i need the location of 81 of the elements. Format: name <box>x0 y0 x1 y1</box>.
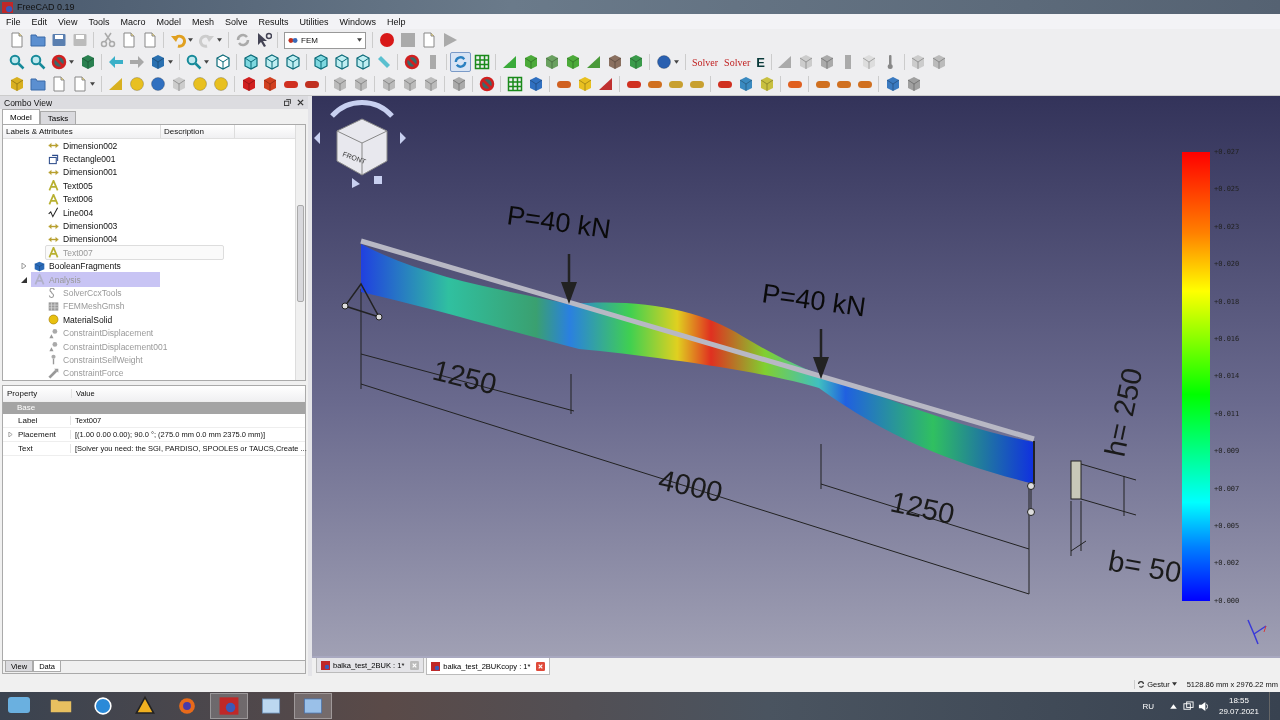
refresh-icon[interactable] <box>450 52 471 72</box>
app-logo-icon <box>2 1 13 13</box>
speaker-icon[interactable] <box>1197 700 1209 712</box>
property-group-header: Base <box>3 402 305 414</box>
network-icon[interactable] <box>1182 700 1194 712</box>
text-tool-icon <box>48 247 59 259</box>
panel-tab[interactable]: Model <box>2 109 40 124</box>
load-arrow <box>561 254 577 304</box>
dimension-label: b= 50 <box>1105 544 1184 589</box>
float-window-icon[interactable] <box>284 99 291 106</box>
menu-item[interactable]: Model <box>156 16 181 27</box>
caret-icon <box>1171 682 1177 686</box>
close-icon[interactable] <box>536 661 546 671</box>
workbench-name: FEM <box>301 35 319 45</box>
menu-item[interactable]: Utilities <box>299 16 329 27</box>
panel-title: Combo View <box>4 97 54 108</box>
tree-item[interactable]: Dimension002 <box>45 138 122 154</box>
window-icon[interactable] <box>294 693 332 719</box>
dimension-label: 1250 <box>429 353 500 401</box>
dimension-label: 4000 <box>655 463 726 509</box>
solver-button[interactable]: Solver <box>689 53 722 71</box>
menu-item[interactable]: Solve <box>224 16 248 27</box>
menu-item[interactable]: Help <box>387 16 406 27</box>
scrollbar[interactable] <box>295 125 305 380</box>
menu-item[interactable]: Macro <box>120 16 146 27</box>
tree-item[interactable]: Dimension001 <box>45 165 122 180</box>
collapse-arrow-icon[interactable] <box>21 276 27 283</box>
pin-support-drawing <box>341 282 383 321</box>
clock[interactable]: 18:55 29.07.2021 <box>1212 695 1265 717</box>
property-name: Text <box>17 444 34 453</box>
menu-item[interactable]: File <box>6 16 21 27</box>
tree-item[interactable]: BooleanFragments <box>31 258 125 274</box>
menu-item[interactable]: Tools <box>88 16 110 27</box>
menu-item[interactable]: Edit <box>31 16 48 27</box>
sphere-icon <box>48 314 59 326</box>
tree-item[interactable]: Line004 <box>45 205 98 221</box>
menu-item[interactable]: Results <box>258 16 289 27</box>
rectangle-icon <box>48 153 59 165</box>
text-tool-icon <box>34 274 45 286</box>
property-name: Label <box>17 416 39 425</box>
force-arrow-icon <box>48 367 59 379</box>
dimension-label: h= 250 <box>1098 365 1149 460</box>
roller-support-drawing <box>1027 482 1035 516</box>
dimension-label: 1250 <box>887 485 958 531</box>
tree-item[interactable]: Text005 <box>45 178 97 194</box>
expand-arrow-icon[interactable] <box>21 263 27 270</box>
menu-item[interactable]: View <box>58 16 78 27</box>
mesh-icon <box>48 300 59 312</box>
document-logo-icon <box>321 660 330 670</box>
tree-item[interactable]: Text006 <box>45 191 97 207</box>
text-tool-icon <box>48 180 59 192</box>
axis-triad-drawing <box>1247 619 1267 645</box>
caret-icon <box>357 38 362 42</box>
menu-item[interactable]: Mesh <box>191 16 214 27</box>
cube-icon <box>34 260 45 272</box>
property-name: Placement <box>17 430 57 439</box>
load-arrow <box>813 329 829 379</box>
load-label: P=40 kN <box>760 278 868 323</box>
menu-item[interactable]: Windows <box>339 16 376 27</box>
column-header[interactable]: Labels & Attributes <box>3 125 161 138</box>
workbench-dropdown[interactable]: FEM <box>284 31 366 49</box>
tree-item[interactable]: MaterialSolid <box>45 312 117 328</box>
constraint-icon <box>48 341 59 353</box>
close-icon[interactable] <box>297 99 304 106</box>
column-header[interactable]: Description <box>161 125 235 138</box>
text-tool-icon <box>48 193 59 205</box>
expand-arrow-icon[interactable] <box>8 432 13 437</box>
mouse-gesture-icon <box>1137 680 1146 688</box>
solver-button[interactable]: Solver <box>721 53 754 71</box>
tree-item[interactable]: Dimension004 <box>45 231 122 247</box>
solver-button[interactable]: E <box>753 53 768 71</box>
tree-item[interactable]: Dimension003 <box>45 218 122 234</box>
load-label: P=40 kN <box>505 200 613 245</box>
polyline-icon <box>48 207 59 219</box>
window-title: FreeCAD 0.19 <box>17 2 75 12</box>
constraint-icon <box>48 327 59 339</box>
column-header[interactable]: Property <box>3 389 71 398</box>
document-logo-icon <box>431 661 441 671</box>
panel-tab[interactable]: Tasks <box>39 111 77 124</box>
language-indicator[interactable]: RU <box>1142 701 1154 711</box>
tree-item[interactable]: Rectangle001 <box>45 151 120 167</box>
